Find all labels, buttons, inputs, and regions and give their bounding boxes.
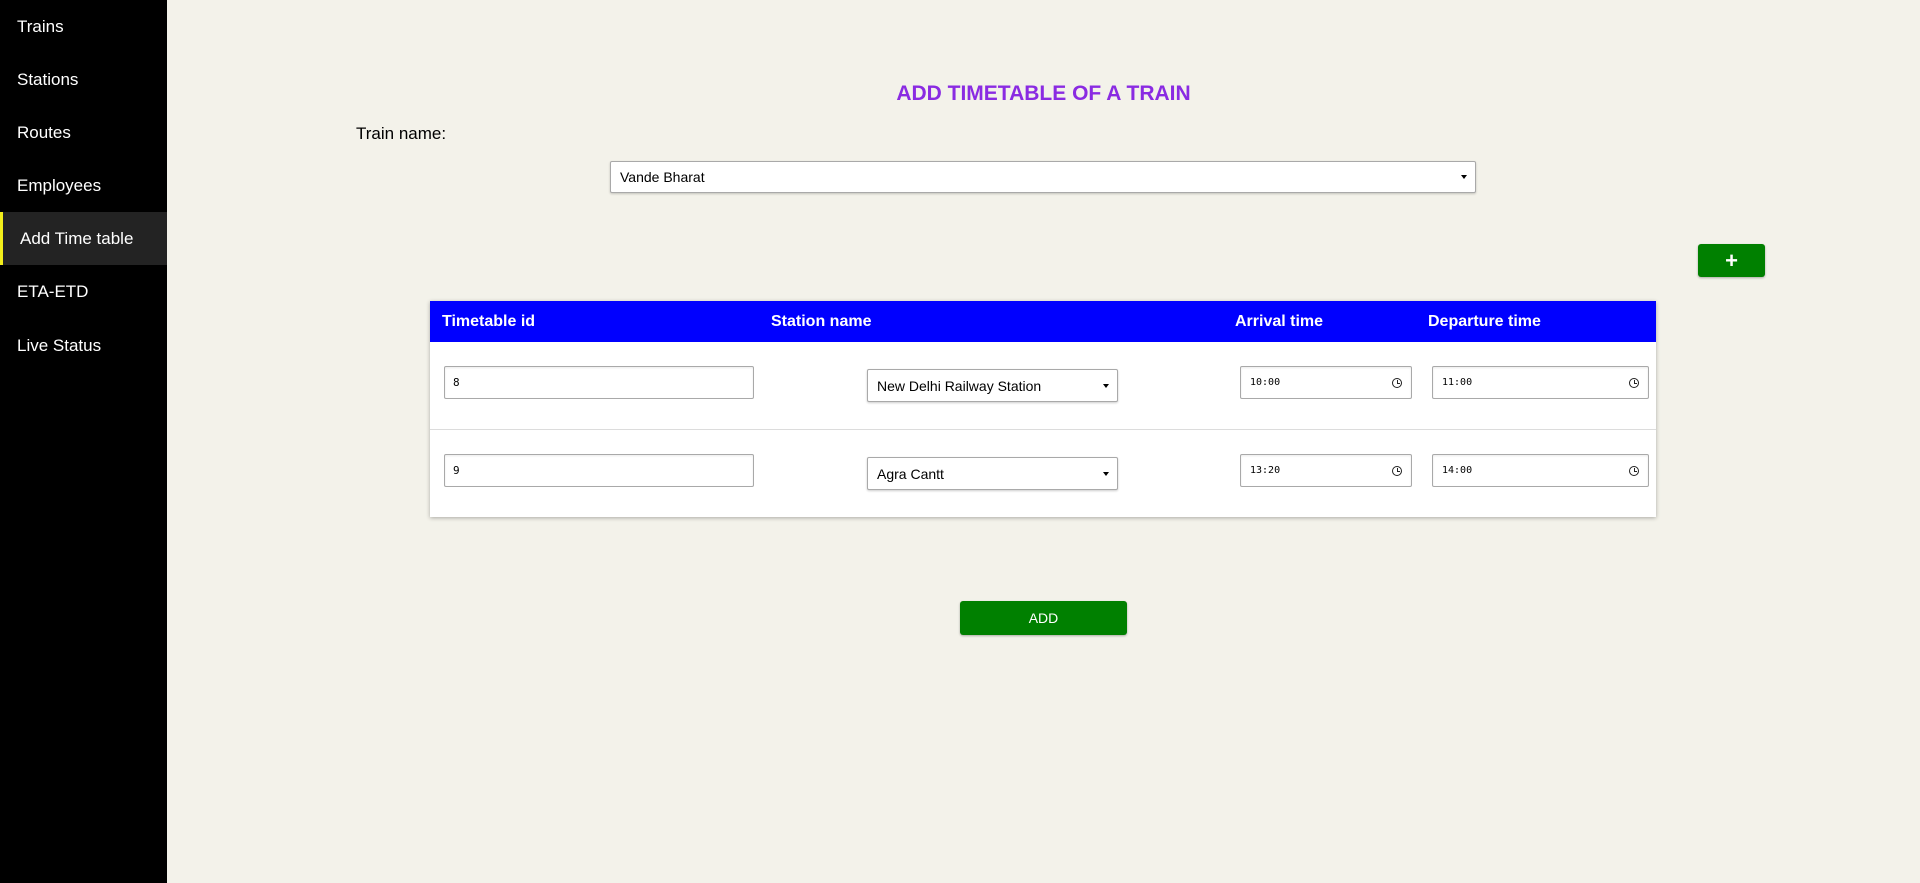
caret-down-icon	[1103, 471, 1109, 476]
sidebar-item-add-time-table[interactable]: Add Time table	[0, 212, 167, 265]
timetable-id-input[interactable]: 9	[444, 454, 754, 487]
page-title: ADD TIMETABLE OF A TRAIN	[896, 82, 1191, 105]
clock-icon[interactable]	[1392, 377, 1402, 388]
station-name-select[interactable]: New Delhi Railway Station	[867, 369, 1118, 402]
sidebar-item-label: Employees	[17, 175, 102, 195]
sidebar-item-label: Stations	[17, 69, 79, 89]
table-row: 9 Agra Cantt 13:20 14:00	[430, 430, 1656, 518]
column-header-timetable-id: Timetable id	[442, 312, 536, 330]
sidebar-item-label: Trains	[17, 16, 64, 36]
add-row-button[interactable]: +	[1698, 244, 1765, 277]
train-name-select[interactable]: Vande Bharat	[610, 161, 1476, 193]
column-header-departure-time: Departure time	[1428, 312, 1541, 330]
table-row: 8 New Delhi Railway Station 10:00 11:00	[430, 342, 1656, 430]
departure-time-input[interactable]: 11:00	[1432, 366, 1649, 399]
arrival-time-value: 13:20	[1250, 465, 1281, 476]
table-header: Timetable id Station name Arrival time D…	[430, 301, 1656, 342]
add-timetable-button[interactable]: ADD	[960, 601, 1127, 635]
sidebar-item-label: Live Status	[17, 335, 102, 355]
station-name-value: New Delhi Railway Station	[877, 377, 1042, 394]
sidebar-item-stations[interactable]: Stations	[0, 53, 167, 106]
train-name-label: Train name:	[356, 124, 447, 143]
caret-down-icon	[1103, 383, 1109, 388]
timetable-id-input[interactable]: 8	[444, 366, 754, 399]
sidebar: Trains Stations Routes Employees Add Tim…	[0, 0, 167, 883]
sidebar-item-routes[interactable]: Routes	[0, 106, 167, 159]
sidebar-item-label: Add Time table	[20, 228, 134, 248]
sidebar-item-trains[interactable]: Trains	[0, 0, 167, 53]
departure-time-input[interactable]: 14:00	[1432, 454, 1649, 487]
sidebar-item-label: Routes	[17, 122, 71, 142]
clock-icon[interactable]	[1629, 465, 1639, 476]
arrival-time-input[interactable]: 10:00	[1240, 366, 1412, 399]
sidebar-item-live-status[interactable]: Live Status	[0, 319, 167, 372]
departure-time-value: 14:00	[1442, 465, 1473, 476]
sidebar-item-employees[interactable]: Employees	[0, 159, 167, 212]
station-name-value: Agra Cantt	[877, 465, 944, 482]
arrival-time-input[interactable]: 13:20	[1240, 454, 1412, 487]
train-name-value: Vande Bharat	[620, 169, 705, 185]
clock-icon[interactable]	[1629, 377, 1639, 388]
clock-icon[interactable]	[1392, 465, 1402, 476]
departure-time-value: 11:00	[1442, 377, 1473, 388]
timetable-table: Timetable id Station name Arrival time D…	[430, 301, 1656, 517]
arrival-time-value: 10:00	[1250, 377, 1281, 388]
sidebar-item-eta-etd[interactable]: ETA-ETD	[0, 265, 167, 318]
column-header-arrival-time: Arrival time	[1235, 312, 1324, 330]
caret-down-icon	[1461, 175, 1467, 179]
column-header-station-name: Station name	[771, 312, 872, 330]
sidebar-item-label: ETA-ETD	[17, 281, 89, 301]
station-name-select[interactable]: Agra Cantt	[867, 457, 1118, 490]
